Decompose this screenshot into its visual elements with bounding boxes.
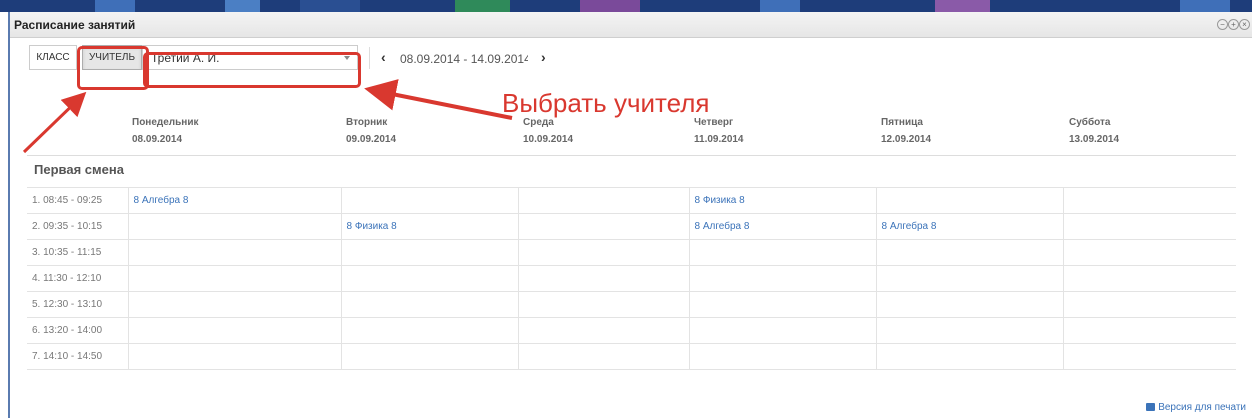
lesson-link[interactable]: 8 Алгебра 8 (882, 221, 937, 232)
next-week-icon[interactable]: › (541, 50, 546, 64)
table-cell[interactable] (518, 187, 690, 214)
table-cell[interactable] (689, 265, 877, 292)
period-time: 5. 12:30 - 13:10 (27, 291, 129, 318)
table-cell[interactable] (341, 317, 519, 344)
table-cell[interactable] (1063, 239, 1236, 266)
table-cell[interactable]: 8 Физика 8 (341, 213, 519, 240)
day-date-saturday: 13.09.2014 (1069, 134, 1120, 145)
table-cell[interactable] (128, 291, 342, 318)
table-cell[interactable] (128, 343, 342, 370)
day-name-friday: Пятница (881, 117, 923, 128)
day-name-tuesday: Вторник (346, 117, 388, 128)
period-time: 3. 10:35 - 11:15 (27, 239, 129, 266)
period-time: 4. 11:30 - 12:10 (27, 265, 129, 292)
header-divider (27, 155, 1236, 156)
modal-titlebar[interactable]: Расписание занятий − + × (10, 12, 1252, 38)
schedule-table: 1. 08:45 - 09:25 8 Алгебра 8 8 Физика 8 … (27, 187, 1236, 370)
table-cell[interactable] (1063, 291, 1236, 318)
table-row: 4. 11:30 - 12:10 (27, 265, 1236, 292)
table-cell[interactable] (518, 213, 690, 240)
table-cell[interactable] (518, 343, 690, 370)
table-cell[interactable] (341, 343, 519, 370)
teacher-select-highlight (143, 52, 361, 88)
print-version-label: Версия для печати (1158, 402, 1246, 413)
minimize-icon[interactable]: − (1217, 19, 1228, 30)
table-cell[interactable] (518, 265, 690, 292)
period-time: 7. 14:10 - 14:50 (27, 343, 129, 370)
table-cell[interactable] (876, 291, 1064, 318)
table-cell[interactable] (518, 291, 690, 318)
table-cell[interactable] (876, 239, 1064, 266)
period-time: 6. 13:20 - 14:00 (27, 317, 129, 344)
table-cell[interactable] (689, 343, 877, 370)
class-toggle-button[interactable]: КЛАСС (29, 45, 77, 70)
lesson-link[interactable]: 8 Физика 8 (347, 221, 397, 232)
table-cell[interactable] (1063, 213, 1236, 240)
day-name-saturday: Суббота (1069, 117, 1111, 128)
table-cell[interactable] (1063, 317, 1236, 344)
prev-week-icon[interactable]: ‹ (381, 50, 386, 64)
date-range: 08.09.2014 - 14.09.2014 (400, 52, 528, 66)
table-cell[interactable] (128, 265, 342, 292)
background-app-strip (0, 0, 1252, 12)
print-version-link[interactable]: Версия для печати (1146, 402, 1246, 413)
maximize-icon[interactable]: + (1228, 19, 1239, 30)
table-cell[interactable] (876, 265, 1064, 292)
annotation-label: Выбрать учителя (502, 88, 710, 118)
printer-icon (1146, 403, 1156, 411)
day-date-wednesday: 10.09.2014 (523, 134, 574, 145)
day-name-wednesday: Среда (523, 117, 554, 128)
table-cell[interactable] (876, 317, 1064, 344)
table-row: 5. 12:30 - 13:10 (27, 291, 1236, 318)
modal-title: Расписание занятий (14, 18, 136, 32)
day-date-friday: 12.09.2014 (881, 134, 932, 145)
table-row: 6. 13:20 - 14:00 (27, 317, 1236, 344)
table-row: 7. 14:10 - 14:50 (27, 343, 1236, 370)
table-cell[interactable] (518, 239, 690, 266)
table-cell[interactable] (1063, 265, 1236, 292)
table-cell[interactable] (1063, 343, 1236, 370)
teacher-button-highlight (77, 46, 149, 90)
table-cell[interactable] (341, 265, 519, 292)
close-icon[interactable]: × (1239, 19, 1250, 30)
table-cell[interactable] (128, 317, 342, 344)
table-cell[interactable] (128, 213, 342, 240)
day-date-thursday: 11.09.2014 (694, 134, 744, 145)
table-cell[interactable] (518, 317, 690, 344)
table-cell[interactable] (1063, 187, 1236, 214)
day-name-thursday: Четверг (694, 117, 734, 128)
table-row: 3. 10:35 - 11:15 (27, 239, 1236, 266)
table-cell[interactable]: 8 Алгебра 8 (689, 213, 877, 240)
lesson-link[interactable]: 8 Алгебра 8 (134, 195, 189, 206)
table-cell[interactable] (689, 317, 877, 344)
shift-title: Первая смена (34, 162, 124, 177)
day-date-tuesday: 09.09.2014 (346, 134, 397, 145)
table-row: 1. 08:45 - 09:25 8 Алгебра 8 8 Физика 8 (27, 187, 1236, 214)
table-cell[interactable]: 8 Алгебра 8 (876, 213, 1064, 240)
lesson-link[interactable]: 8 Алгебра 8 (695, 221, 750, 232)
day-name-monday: Понедельник (132, 117, 199, 128)
table-cell[interactable] (341, 291, 519, 318)
period-time: 2. 09:35 - 10:15 (27, 213, 129, 240)
toolbar-divider (369, 47, 370, 69)
day-date-monday: 08.09.2014 (132, 134, 183, 145)
table-row: 2. 09:35 - 10:15 8 Физика 8 8 Алгебра 8 … (27, 213, 1236, 240)
table-cell[interactable] (876, 187, 1064, 214)
table-cell[interactable] (876, 343, 1064, 370)
table-cell[interactable]: 8 Алгебра 8 (128, 187, 342, 214)
lesson-link[interactable]: 8 Физика 8 (695, 195, 745, 206)
table-cell[interactable] (128, 239, 342, 266)
table-cell[interactable]: 8 Физика 8 (689, 187, 877, 214)
table-cell[interactable] (341, 187, 519, 214)
table-cell[interactable] (341, 239, 519, 266)
period-time: 1. 08:45 - 09:25 (27, 187, 129, 214)
table-cell[interactable] (689, 239, 877, 266)
table-cell[interactable] (689, 291, 877, 318)
